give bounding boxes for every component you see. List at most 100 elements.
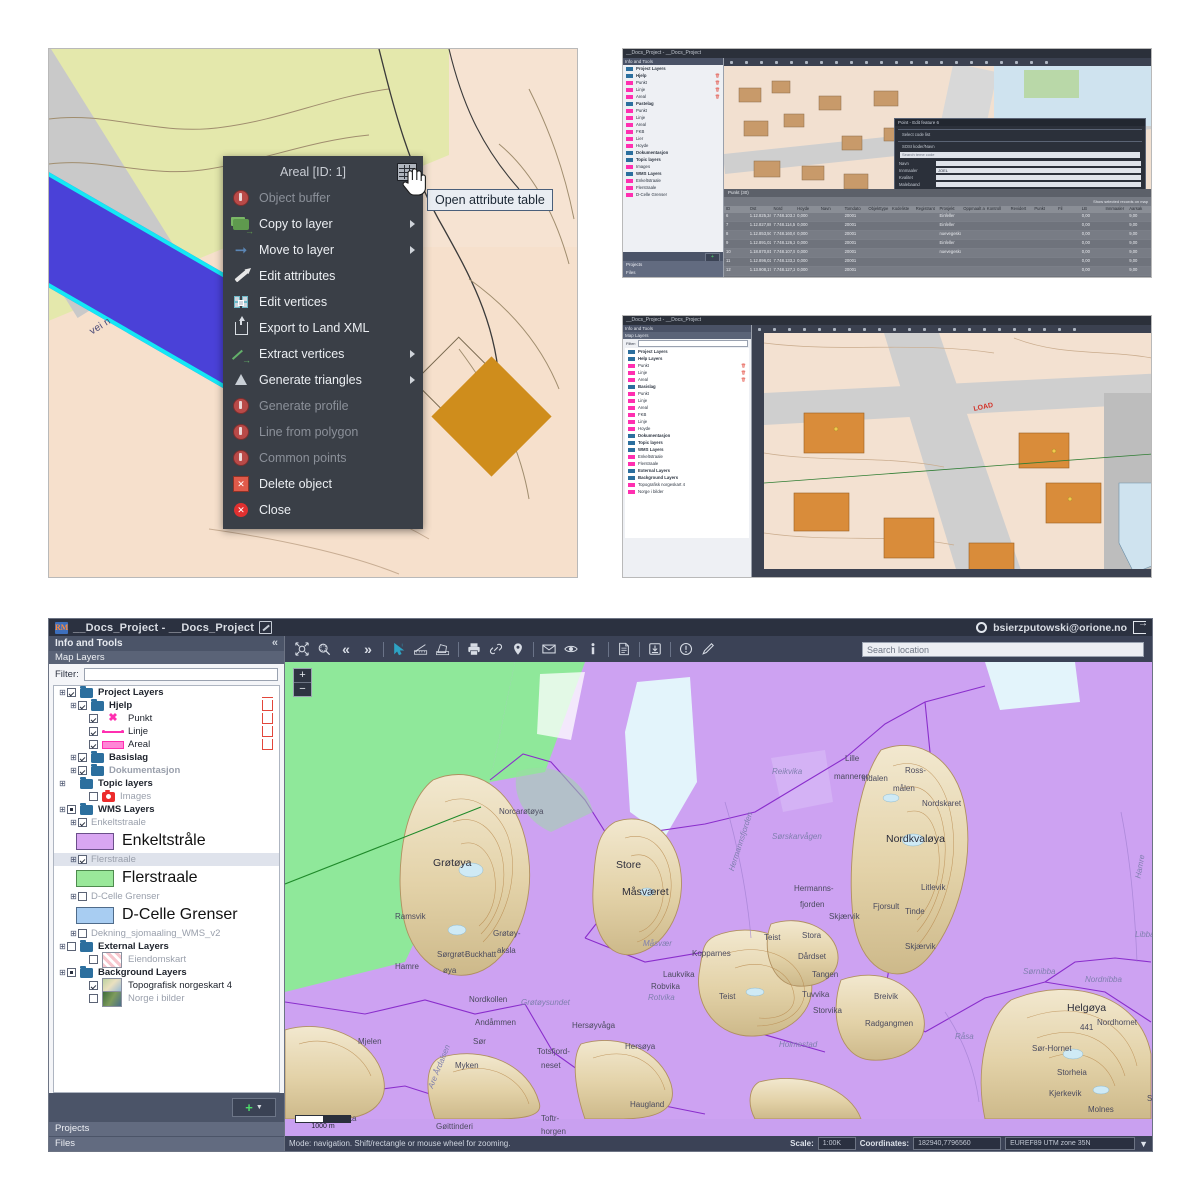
thumb-mid-tree-row[interactable]: Linje: [625, 397, 749, 404]
thumb-dialog-field[interactable]: Innmaaler JOEL: [895, 167, 1145, 174]
status-scale-value[interactable]: 1:00K: [817, 1137, 856, 1150]
help-icon[interactable]: [675, 638, 697, 660]
thumb-toolbar-button[interactable]: [1013, 327, 1016, 331]
thumb-toolbar-button[interactable]: [985, 60, 988, 64]
thumb-attr-column-header[interactable]: Fil: [1056, 206, 1080, 213]
layer-checkbox[interactable]: [89, 714, 98, 723]
layer-checkbox[interactable]: [89, 740, 98, 749]
eye-icon[interactable]: [560, 638, 582, 660]
thumb-toolbar-button[interactable]: [1058, 327, 1061, 331]
thumb-toolbar-button[interactable]: [923, 327, 926, 331]
thumb-toolbar-button[interactable]: [848, 327, 851, 331]
thumb-mid-vertical-toolbar[interactable]: [752, 333, 764, 569]
thumb-mid-tree-row[interactable]: Flerstraale: [625, 460, 749, 467]
thumb-dialog-field[interactable]: Kvalitet: [895, 174, 1145, 181]
thumb-tree-row[interactable]: WMS Layers: [623, 170, 723, 177]
thumb-toolbar-button[interactable]: [863, 327, 866, 331]
thumb-mid-tree-row[interactable]: Areal 🗑: [625, 376, 749, 383]
thumb-attr-column-header[interactable]: Ost: [748, 206, 772, 213]
layer-tree-row[interactable]: ⊞ Hjelp: [54, 697, 279, 712]
layer-tree-row[interactable]: ⊞ Flerstraale: [54, 853, 279, 866]
context-menu-item-close[interactable]: ✕ Close: [223, 497, 423, 523]
thumb-tree-row[interactable]: Flerstraale: [623, 184, 723, 191]
context-menu-item-edit-attributes[interactable]: Edit attributes: [223, 263, 423, 289]
thumb-toolbar-button[interactable]: [833, 327, 836, 331]
context-menu-item-copy-to-layer[interactable]: Copy to layer: [223, 211, 423, 237]
thumb-toolbar-button[interactable]: [955, 60, 958, 64]
thumb-delete-icon[interactable]: 🗑: [715, 80, 720, 85]
layer-checkbox[interactable]: [78, 892, 87, 901]
thumb-attr-row[interactable]: 121.13.908,1757.748.127,2830,000200010,0…: [724, 267, 1151, 276]
thumb-toolbar-button[interactable]: [865, 60, 868, 64]
expander-toggle[interactable]: ⊞: [58, 968, 67, 977]
thumb-dialog-field[interactable]: Navn: [895, 160, 1145, 167]
thumb-attr-column-header[interactable]: Nord: [771, 206, 795, 213]
filter-input[interactable]: [83, 668, 278, 681]
thumb-mid-tree-row[interactable]: Enkeltstraale: [625, 453, 749, 460]
thumb-tree-row[interactable]: Areal 🗑: [623, 93, 723, 100]
zoom-in-button[interactable]: +: [294, 669, 311, 683]
mail-icon[interactable]: [538, 638, 560, 660]
thumb-mid-toolbar[interactable]: [752, 325, 1151, 333]
thumb-toolbar-button[interactable]: [818, 327, 821, 331]
thumb-attr-column-header[interactable]: Objekttype: [866, 206, 890, 213]
thumb-mid-map[interactable]: LOAD Mode: navigation. Shift/rectangle o…: [752, 325, 1151, 577]
measure-area-icon[interactable]: [432, 638, 454, 660]
thumb-top-layer-tree[interactable]: Project Layers Hjelp 🗑 Punkt 🗑 Linje 🗑 Areal 🗑 Pa…: [623, 65, 723, 198]
thumb-top-tab-projects[interactable]: Projects: [623, 261, 723, 269]
zoom-controls[interactable]: + −: [293, 668, 312, 697]
layer-checkbox[interactable]: [89, 727, 98, 736]
thumb-dialog-field-input[interactable]: JOEL: [936, 168, 1141, 173]
thumb-dialog-field-input[interactable]: [936, 182, 1141, 187]
expander-toggle[interactable]: ⊞: [69, 892, 78, 901]
layer-checkbox[interactable]: [89, 994, 98, 1003]
thumb-toolbar-button[interactable]: [893, 327, 896, 331]
layer-checkbox[interactable]: [67, 968, 76, 977]
thumb-tree-row[interactable]: Hoyde: [623, 142, 723, 149]
thumb-toolbar-button[interactable]: [1045, 60, 1048, 64]
thumb-toolbar-button[interactable]: [788, 327, 791, 331]
thumb-mid-filter-input[interactable]: [638, 340, 748, 347]
thumb-toolbar-button[interactable]: [850, 60, 853, 64]
thumb-dialog-field[interactable]: Malebaand: [895, 181, 1145, 188]
context-menu-item-extract-vertices[interactable]: Extract vertices: [223, 341, 423, 367]
thumb-mid-tree-row[interactable]: Punkt: [625, 390, 749, 397]
context-menu-item-delete-object[interactable]: ✕ Delete object: [223, 471, 423, 497]
thumb-attr-column-header[interactable]: ID: [724, 206, 748, 213]
thumb-toolbar-button[interactable]: [925, 60, 928, 64]
thumb-delete-icon[interactable]: 🗑: [715, 87, 720, 92]
download-icon[interactable]: [644, 638, 666, 660]
sidebar-tab-projects[interactable]: Projects: [49, 1121, 284, 1136]
thumb-attr-column-header[interactable]: Innmaaler: [1104, 206, 1128, 213]
layer-tree-row[interactable]: Norge i bilder: [54, 990, 279, 1007]
thumb-toolbar-button[interactable]: [940, 60, 943, 64]
layer-tree-row[interactable]: ⊞ Background Layers: [54, 965, 279, 979]
context-menu-item-move-to-layer[interactable]: ➞ Move to layer: [223, 237, 423, 263]
layer-tree-row[interactable]: Topografisk norgeskart 4: [54, 977, 279, 994]
thumb-toolbar-button[interactable]: [773, 327, 776, 331]
delete-layer-icon[interactable]: [261, 736, 273, 750]
thumb-attr-row[interactable]: 6 1.12.825,3487.748.103.3720,000 20001 Einf…: [724, 213, 1151, 222]
thumb-top-sidebar[interactable]: Info and Tools Project Layers Hjelp 🗑 Punkt…: [623, 58, 724, 277]
layer-checkbox[interactable]: [78, 855, 87, 864]
thumb-toolbar-button[interactable]: [758, 327, 761, 331]
thumb-toolbar-button[interactable]: [745, 60, 748, 64]
layer-tree-row[interactable]: ⊞ Basislag: [54, 750, 279, 764]
layer-tree-row[interactable]: Eiendomskart: [54, 951, 279, 968]
layer-checkbox[interactable]: [78, 929, 87, 938]
thumb-toolbar-button[interactable]: [760, 60, 763, 64]
layer-tree-row[interactable]: ⊞ Topic layers: [54, 776, 279, 790]
layer-tree-row[interactable]: Images: [54, 789, 279, 803]
thumb-mid-delete-icon[interactable]: 🗑: [741, 363, 746, 368]
gear-icon[interactable]: [976, 622, 988, 633]
thumb-toolbar-button[interactable]: [895, 60, 898, 64]
thumb-attr-column-header[interactable]: Registrant: [914, 206, 938, 213]
thumb-mid-layer-tree[interactable]: Project Layers Help Layers Punkt 🗑 Linje 🗑 Are…: [625, 348, 749, 538]
thumb-tree-row[interactable]: Lier: [623, 135, 723, 142]
thumb-top-tab-files[interactable]: Files: [623, 269, 723, 277]
thumb-toolbar-button[interactable]: [1000, 60, 1003, 64]
measure-length-icon[interactable]: [410, 638, 432, 660]
layer-checkbox[interactable]: [89, 792, 98, 801]
map-canvas[interactable]: + − Grøtøya Norcarøtøya Grøtøy- aksla Sø…: [285, 662, 1152, 1136]
zoom-extent-icon[interactable]: [291, 638, 313, 660]
